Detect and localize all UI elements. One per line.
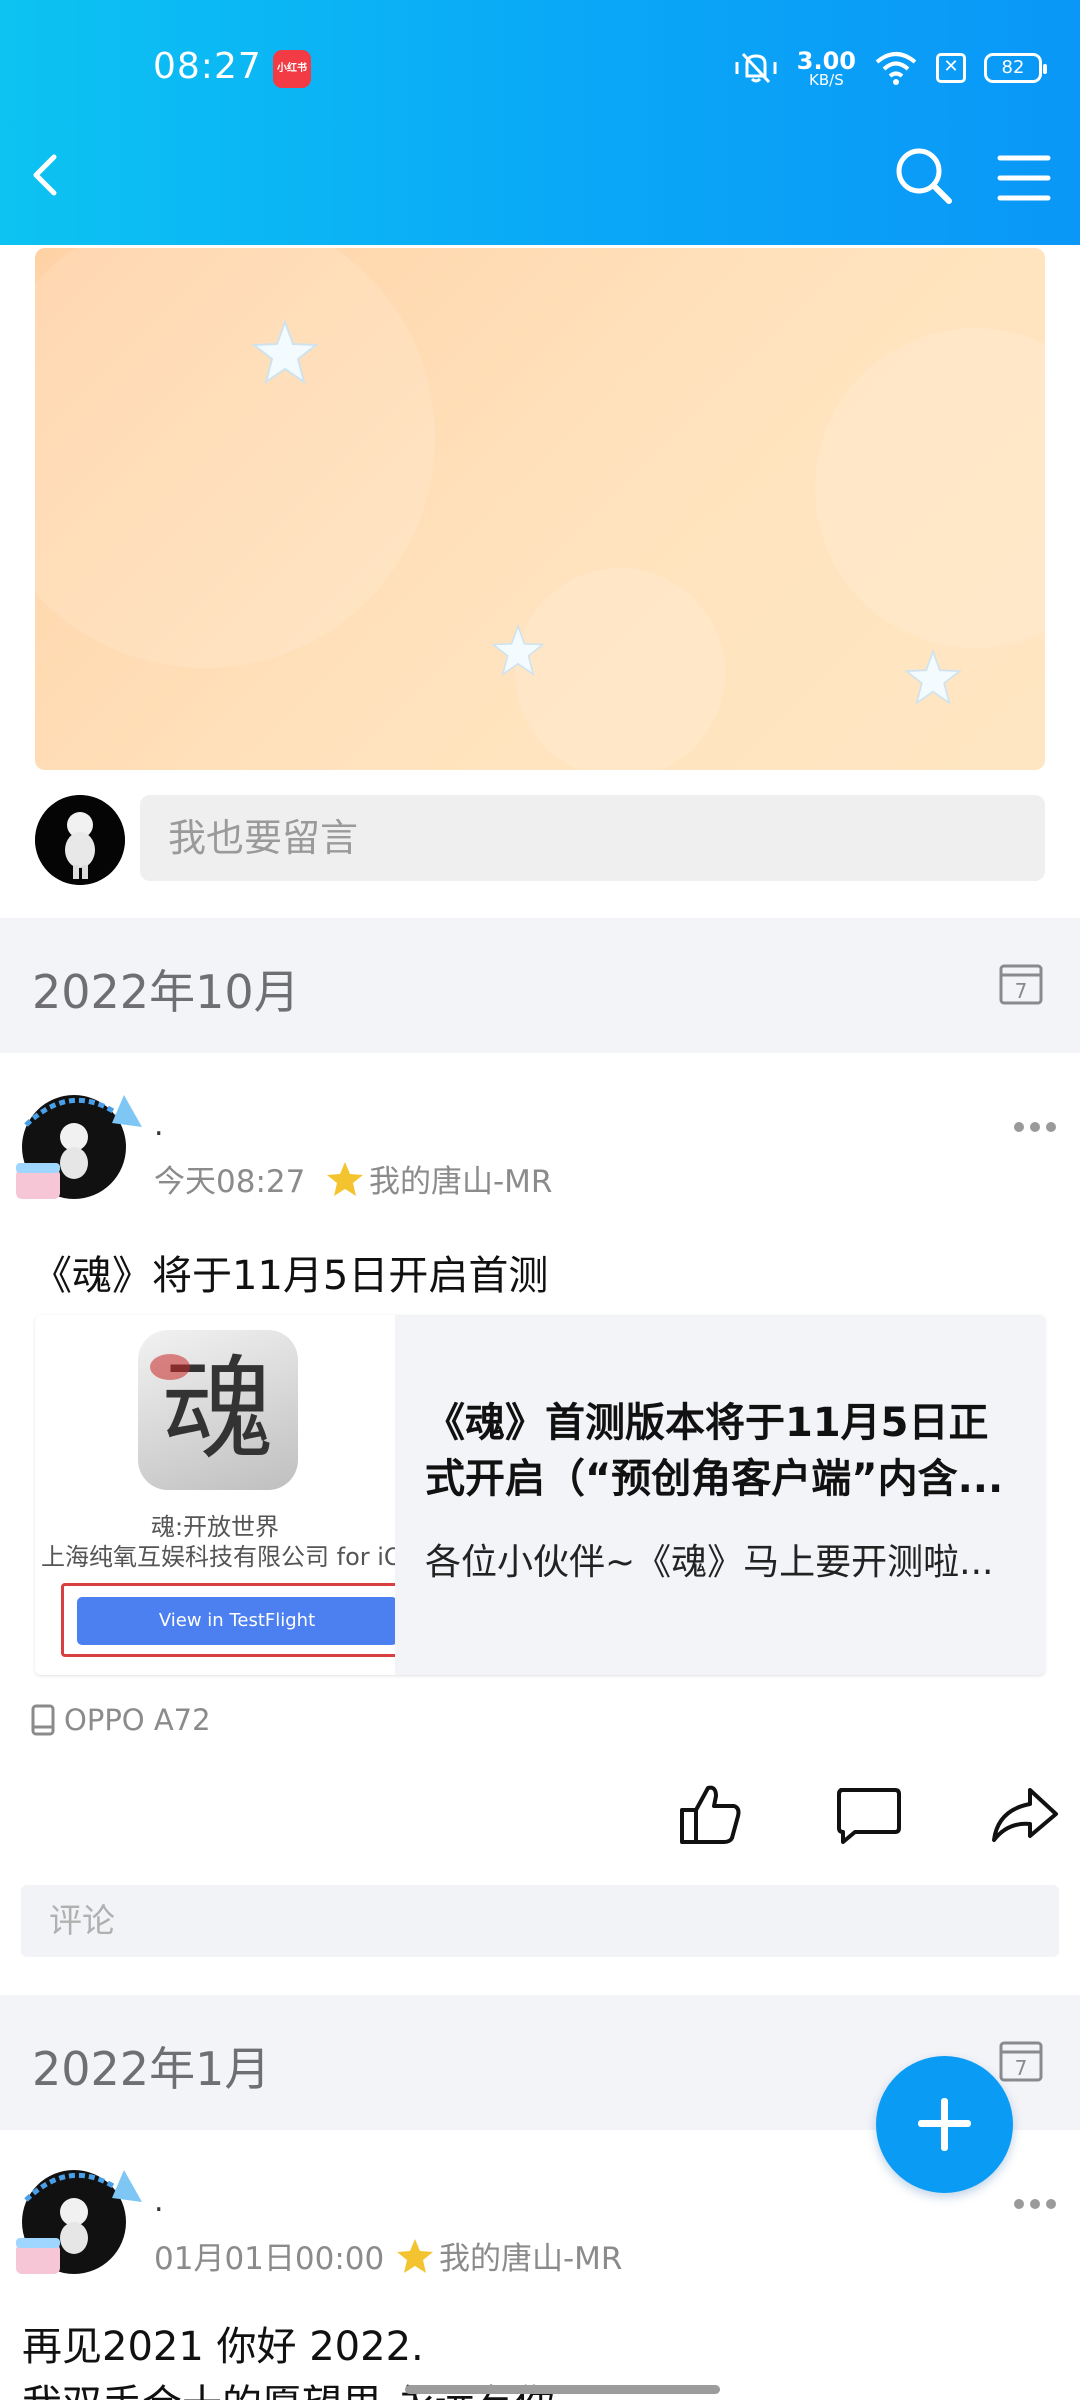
thumb-developer: 上海纯氧互娱科技有限公司 for iOS bbox=[41, 1543, 395, 1571]
battery-indicator: 82 bbox=[984, 53, 1047, 83]
app-icon-accent bbox=[150, 1354, 190, 1380]
star-icon bbox=[904, 648, 962, 705]
comment-input[interactable]: 评论 bbox=[21, 1885, 1059, 1957]
banner-bubble bbox=[515, 568, 725, 770]
app-icon: 魂 bbox=[138, 1330, 298, 1490]
post-group-label: 我的唐山-MR bbox=[369, 1164, 553, 1200]
svg-text:7: 7 bbox=[1015, 2056, 1028, 2080]
status-icons: 3.00 KB/S ✕ 82 bbox=[733, 44, 1047, 92]
home-indicator[interactable] bbox=[405, 2385, 720, 2394]
page: 08:27 小红书 3.00 KB/S ✕ 82 我也要留言 2022年10月 … bbox=[0, 0, 1080, 2400]
mute-vibrate-icon bbox=[735, 52, 777, 84]
star-badge-icon bbox=[327, 1161, 363, 1196]
post-body-line: 再见2021 你好 2022. bbox=[22, 2324, 424, 2370]
share-icon[interactable] bbox=[990, 1780, 1060, 1850]
shared-link-card[interactable]: 魂 魂:开放世界 上海纯氧互娱科技有限公司 for iOS View in Te… bbox=[35, 1315, 1045, 1675]
more-options-icon[interactable] bbox=[1010, 1112, 1060, 1142]
author-avatar[interactable] bbox=[12, 2160, 142, 2280]
post-group[interactable]: 我的唐山-MR bbox=[395, 2233, 622, 2278]
menu-icon[interactable] bbox=[996, 150, 1052, 206]
back-icon[interactable] bbox=[20, 145, 80, 205]
network-speed: 3.00 KB/S bbox=[797, 49, 856, 88]
author-name[interactable]: . bbox=[154, 1108, 164, 1143]
star-icon bbox=[251, 319, 319, 385]
post-group-label: 我的唐山-MR bbox=[439, 2241, 623, 2277]
star-badge-icon bbox=[397, 2238, 433, 2273]
phone-icon bbox=[31, 1704, 55, 1736]
wifi-icon bbox=[875, 52, 917, 85]
header-bar: 08:27 小红书 3.00 KB/S ✕ 82 bbox=[0, 0, 1080, 245]
link-thumbnail: 魂 魂:开放世界 上海纯氧互娱科技有限公司 for iOS View in Te… bbox=[35, 1315, 395, 1675]
comment-icon[interactable] bbox=[833, 1780, 903, 1850]
profile-banner bbox=[35, 248, 1045, 770]
banner-bubble bbox=[815, 328, 1045, 648]
add-post-button[interactable] bbox=[876, 2056, 1013, 2193]
banner-bubble bbox=[35, 248, 435, 668]
search-icon[interactable] bbox=[893, 145, 955, 207]
thumb-testflight-button: View in TestFlight bbox=[77, 1597, 395, 1645]
star-icon bbox=[490, 623, 546, 677]
post-group[interactable]: 我的唐山-MR bbox=[325, 1156, 552, 1201]
device-info: OPPO A72 bbox=[30, 1703, 211, 1737]
author-avatar[interactable] bbox=[12, 1085, 142, 1205]
my-avatar[interactable] bbox=[35, 795, 125, 885]
link-description: 各位小伙伴~《魂》马上要开测啦... bbox=[425, 1542, 994, 1583]
guestbook-input[interactable]: 我也要留言 bbox=[140, 795, 1045, 881]
status-time: 08:27 bbox=[153, 46, 262, 87]
calendar-icon[interactable]: 7 bbox=[998, 960, 1044, 1006]
network-speed-value: 3.00 bbox=[796, 46, 856, 75]
month-header: 2022年10月 7 bbox=[0, 918, 1080, 1053]
month-label: 2022年1月 bbox=[32, 2042, 271, 2096]
device-label: OPPO A72 bbox=[64, 1703, 211, 1737]
month-label: 2022年10月 bbox=[32, 965, 300, 1019]
more-options-icon[interactable] bbox=[1010, 2189, 1060, 2219]
post-time: 01月01日00:00 bbox=[154, 2241, 385, 2277]
post-title: 《魂》将于11月5日开启首测 bbox=[32, 1253, 549, 1299]
like-icon[interactable] bbox=[676, 1780, 746, 1850]
svg-text:7: 7 bbox=[1015, 979, 1028, 1003]
network-speed-unit: KB/S bbox=[809, 70, 844, 89]
post-time: 今天08:27 bbox=[154, 1164, 306, 1200]
author-name[interactable]: . bbox=[154, 2184, 164, 2219]
app-notification-badge: 小红书 bbox=[273, 50, 311, 88]
link-title: 《魂》首测版本将于11月5日正式开启（“预创角客户端”内含... bbox=[425, 1400, 1004, 1502]
calendar-icon[interactable]: 7 bbox=[998, 2037, 1044, 2083]
plus-icon bbox=[941, 2098, 948, 2151]
no-sim-icon: ✕ bbox=[936, 53, 966, 83]
